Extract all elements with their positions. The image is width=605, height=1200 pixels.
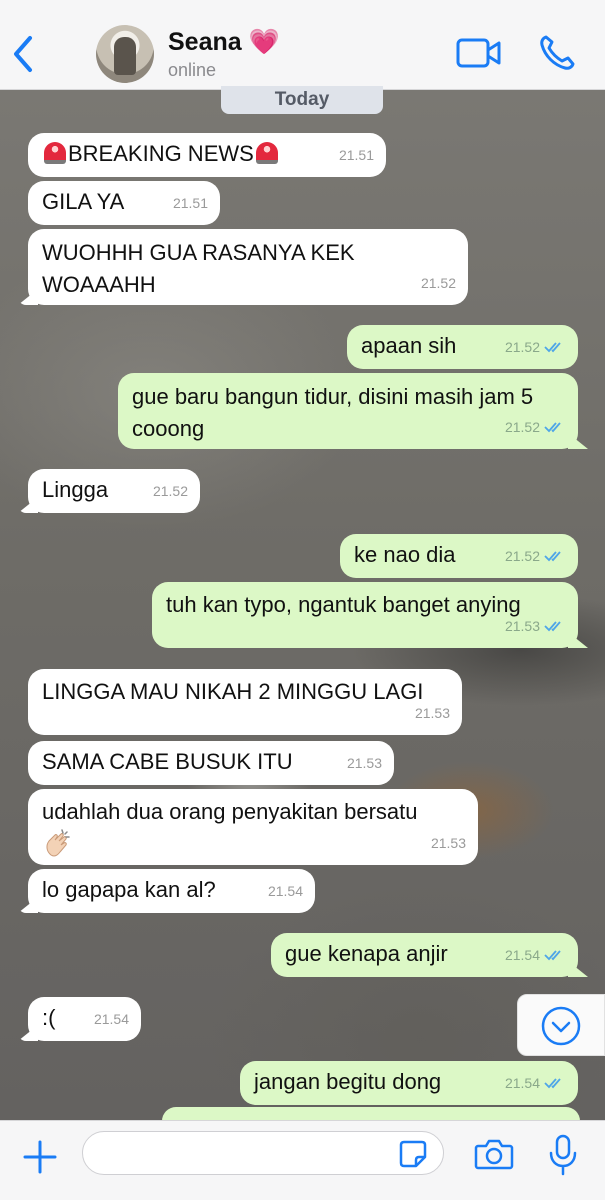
plus-icon [23, 1140, 57, 1174]
message-time: 21.53 [430, 835, 466, 851]
message-time: 21.53 [505, 610, 566, 642]
message-text: LINGGA MAU NIKAH 2 MINGGU LAGI [42, 679, 424, 704]
read-ticks-icon [544, 342, 561, 353]
sticker-button[interactable] [398, 1139, 428, 1169]
siren-emoji [44, 142, 66, 164]
message-time: 21.54 [505, 1067, 566, 1099]
contact-name[interactable]: Seana 💗 [168, 28, 280, 57]
camera-icon [474, 1139, 514, 1170]
read-ticks-icon [544, 950, 561, 961]
message-time: 21.53 [414, 705, 450, 721]
camera-button[interactable] [474, 1137, 514, 1171]
clapping-hands-emoji [42, 827, 74, 859]
message-time: 21.52 [152, 483, 188, 499]
sticker-icon [399, 1140, 427, 1168]
read-ticks-icon [544, 621, 561, 632]
message-time: 21.52 [505, 411, 566, 443]
video-call-button[interactable] [456, 36, 502, 70]
voice-message-button[interactable] [548, 1133, 578, 1177]
message-bubble[interactable]: tuh kan typo, ngantuk banget anying 21.5… [152, 582, 578, 648]
message-bubble[interactable]: GILA YA 21.51 [28, 181, 220, 225]
date-separator: Today [221, 86, 383, 114]
message-bubble[interactable]: BREAKING NEWS 21.51 [28, 133, 386, 177]
message-text: WUOHHH GUA RASANYA KEK WOAAAHH [42, 240, 355, 297]
read-ticks-icon [544, 422, 561, 433]
message-time: 21.52 [420, 275, 456, 291]
message-bubble[interactable]: apaan sih 21.52 [347, 325, 578, 369]
contact-avatar[interactable] [96, 25, 154, 83]
message-bubble[interactable]: WUOHHH GUA RASANYA KEK WOAAAHH 21.52 [28, 229, 468, 305]
chevron-down-icon [541, 1006, 581, 1046]
message-bubble[interactable]: lo gapapa kan al? 21.54 [28, 869, 315, 913]
message-time: 21.54 [505, 939, 566, 971]
message-bubble[interactable]: jangan begitu dong 21.54 [240, 1061, 578, 1105]
back-chevron-icon [14, 36, 32, 72]
message-bubble[interactable]: gue baru bangun tidur, disini masih jam … [118, 373, 578, 449]
message-time: 21.52 [505, 540, 566, 572]
message-text: lo gapapa kan al? [42, 877, 216, 902]
message-bubble[interactable]: udahlah dua orang penyakitan bersatu 21.… [28, 789, 478, 865]
back-button[interactable] [10, 34, 40, 74]
read-ticks-icon [544, 1078, 561, 1089]
message-bubble[interactable]: SAMA CABE BUSUK ITU 21.53 [28, 741, 394, 785]
message-time: 21.54 [267, 883, 303, 899]
voice-call-button[interactable] [538, 34, 576, 72]
message-bubble[interactable]: LINGGA MAU NIKAH 2 MINGGU LAGI 21.53 [28, 669, 462, 735]
microphone-icon [549, 1134, 577, 1176]
contact-status: online [168, 60, 217, 80]
message-text: SAMA CABE BUSUK ITU [42, 749, 293, 774]
message-time: 21.54 [93, 1011, 129, 1027]
message-time: 21.51 [172, 195, 208, 211]
message-bubble[interactable]: :( 21.54 [28, 997, 141, 1041]
message-text: udahlah dua orang penyakitan bersatu [42, 799, 418, 824]
attach-button[interactable] [22, 1139, 58, 1175]
message-time: 21.53 [346, 755, 382, 771]
message-time: 21.52 [505, 331, 566, 363]
message-input[interactable] [82, 1131, 444, 1175]
message-bubble[interactable]: gue kenapa anjir 21.54 [271, 933, 578, 977]
message-time: 21.51 [338, 147, 374, 163]
message-bubble-partial[interactable] [162, 1107, 580, 1121]
message-input-bar [0, 1120, 605, 1200]
video-call-icon [456, 38, 501, 68]
message-bubble[interactable]: Lingga 21.52 [28, 469, 200, 513]
read-ticks-icon [544, 551, 561, 562]
siren-emoji [255, 142, 278, 164]
message-text: gue baru bangun tidur, disini masih jam … [132, 384, 534, 441]
message-text: BREAKING NEWS [68, 141, 254, 166]
message-bubble[interactable]: ke nao dia 21.52 [340, 534, 578, 578]
chat-header: Seana 💗 online [0, 0, 605, 90]
scroll-to-bottom-button[interactable] [517, 994, 605, 1056]
phone-icon [540, 35, 575, 70]
